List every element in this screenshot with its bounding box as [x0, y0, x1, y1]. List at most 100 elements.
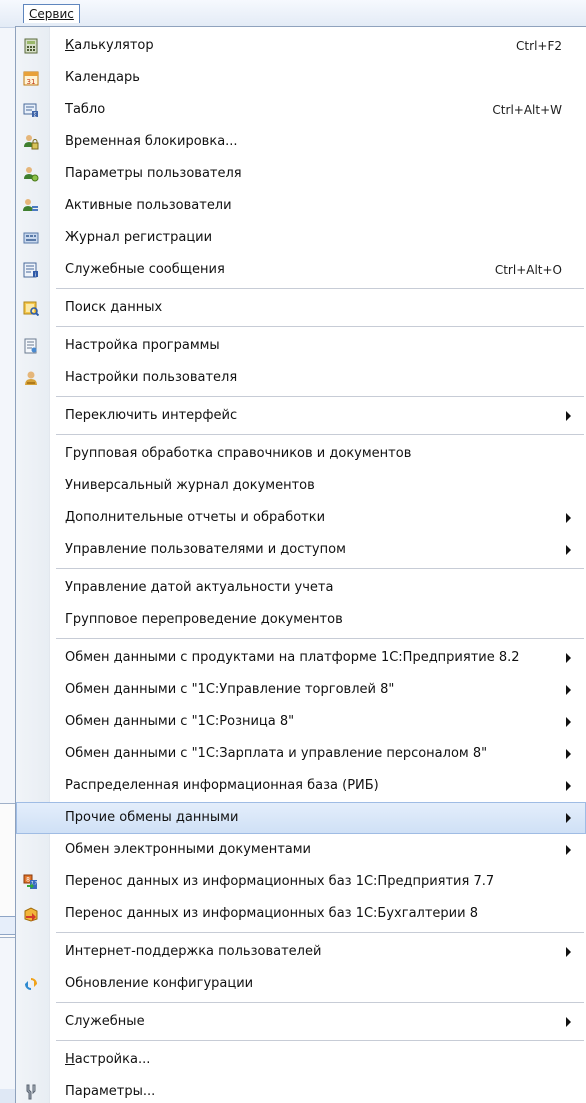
menu-item-управление-датой-актуальности-учета[interactable]: Управление датой актуальности учета: [16, 572, 586, 604]
menu-item-поиск-данных[interactable]: Поиск данных: [16, 292, 586, 324]
menu-item-групповое-перепроведение-документов[interactable]: Групповое перепроведение документов: [16, 604, 586, 636]
menu-item-параметры[interactable]: Параметры...: [16, 1076, 586, 1103]
background-button-fragment: [0, 916, 16, 935]
menu-item-label: Дополнительные отчеты и обработки: [65, 510, 326, 525]
menu-item-label: Переключить интерфейс: [65, 408, 238, 423]
submenu-arrow-icon: [566, 685, 571, 695]
service-dropdown-menu: Калькулятор Ctrl+F2 31 Календарь Σ Табло Ctrl+…: [15, 26, 586, 1103]
menu-item-label: Распределенная информационная база (РИБ): [65, 778, 379, 793]
menu-item-табло[interactable]: Σ Табло Ctrl+Alt+W: [16, 94, 586, 126]
menu-item-label: Календарь: [65, 70, 140, 85]
menu-item-настройки-пользователя[interactable]: Настройки пользователя: [16, 362, 586, 394]
menu-item-label: Обмен данными с продуктами на платформе …: [65, 650, 520, 665]
menu-item-журнал-регистрации[interactable]: Журнал регистрации: [16, 222, 586, 254]
data-search-icon: [23, 300, 40, 317]
transfer-77-icon: 8 7.7: [23, 874, 39, 890]
menu-item-label: Обмен электронными документами: [65, 842, 311, 857]
menu-item-обновление-конфигурации[interactable]: Обновление конфигурации: [16, 968, 586, 1000]
menu-item-обмен-данными-с-продуктами-на-платформе-1с-предп[interactable]: Обмен данными с продуктами на платформе …: [16, 642, 586, 674]
submenu-arrow-icon: [566, 513, 571, 523]
menu-item-настройка[interactable]: Настройка...: [16, 1044, 586, 1076]
menu-item-label: Обновление конфигурации: [65, 976, 254, 991]
menu-item-дополнительные-отчеты-и-обработки[interactable]: Дополнительные отчеты и обработки: [16, 502, 586, 534]
menu-item-перенос-данных-из-информационных-баз-1с-бухгалте[interactable]: Перенос данных из информационных баз 1С:…: [16, 898, 586, 930]
menu-item-label: Универсальный журнал документов: [65, 478, 315, 493]
menu-item-shortcut: Ctrl+Alt+O: [494, 263, 562, 277]
menu-item-label: Табло: [65, 102, 106, 117]
menu-item-управление-пользователями-и-доступом[interactable]: Управление пользователями и доступом: [16, 534, 586, 566]
menu-item-label: Групповое перепроведение документов: [65, 612, 343, 627]
menu-item-label: Активные пользователи: [65, 198, 232, 213]
menu-bar: Сервис: [0, 0, 586, 28]
menu-item-служебные-сообщения[interactable]: i Служебные сообщения Ctrl+Alt+O: [16, 254, 586, 286]
menu-item-label: Журнал регистрации: [65, 230, 213, 245]
submenu-arrow-icon: [566, 1017, 571, 1027]
menu-item-label: Перенос данных из информационных баз 1С:…: [65, 906, 478, 921]
svg-text:Σ: Σ: [33, 113, 36, 119]
svg-text:i: i: [35, 273, 36, 279]
menu-item-переключить-интерфейс[interactable]: Переключить интерфейс: [16, 400, 586, 432]
menu-item-shortcut: Ctrl+F2: [516, 39, 562, 53]
svg-text:8: 8: [26, 877, 30, 884]
menu-item-label: Служебные: [65, 1014, 145, 1029]
menu-item-label: Настройка...: [65, 1052, 151, 1067]
menu-item-label: Параметры пользователя: [65, 166, 242, 181]
menu-item-label: Настройки пользователя: [65, 370, 238, 385]
menu-item-label: Параметры...: [65, 1084, 156, 1099]
submenu-arrow-icon: [566, 749, 571, 759]
menu-item-прочие-обмены-данными[interactable]: Прочие обмены данными: [16, 802, 586, 834]
transfer-accounting-icon: [23, 906, 39, 922]
menu-item-параметры-пользователя[interactable]: Параметры пользователя: [16, 158, 586, 190]
menu-item-обмен-данными-с-1с-розница-8[interactable]: Обмен данными с "1С:Розница 8": [16, 706, 586, 738]
menu-item-label: Калькулятор: [65, 38, 154, 53]
calendar-icon: 31: [23, 70, 39, 86]
menu-item-календарь[interactable]: 31 Календарь: [16, 62, 586, 94]
menu-item-label: Настройка программы: [65, 338, 220, 353]
menu-item-интернет-поддержка-пользователей[interactable]: Интернет-поддержка пользователей: [16, 936, 586, 968]
svg-text:7.7: 7.7: [31, 881, 38, 886]
menu-item-временная-блокировка[interactable]: Временная блокировка...: [16, 126, 586, 158]
menu-item-label: Служебные сообщения: [65, 262, 225, 277]
menu-item-shortcut: Ctrl+Alt+W: [492, 103, 562, 117]
submenu-arrow-icon: [566, 813, 571, 823]
menu-item-активные-пользователи[interactable]: Активные пользователи: [16, 190, 586, 222]
update-configuration-icon: [23, 976, 39, 992]
submenu-arrow-icon: [566, 411, 571, 421]
service-messages-icon: i: [23, 262, 39, 279]
submenu-arrow-icon: [566, 781, 571, 791]
menu-item-label: Перенос данных из информационных баз 1С:…: [65, 874, 495, 889]
submenu-arrow-icon: [566, 653, 571, 663]
display-board-icon: Σ: [23, 102, 39, 119]
menu-item-обмен-данными-с-1с-зарплата-и-управление-персона[interactable]: Обмен данными с "1С:Зарплата и управлени…: [16, 738, 586, 770]
menu-item-label: Временная блокировка...: [65, 134, 238, 149]
submenu-arrow-icon: [566, 717, 571, 727]
menu-item-label: Управление датой актуальности учета: [65, 580, 334, 595]
menu-item-label: Обмен данными с "1С:Розница 8": [65, 714, 295, 729]
menu-items: Калькулятор Ctrl+F2 31 Календарь Σ Табло Ctrl+…: [16, 30, 586, 1103]
menu-item-перенос-данных-из-информационных-баз-1с-предприя[interactable]: 8 7.7 Перенос данных из информационных баз…: [16, 866, 586, 898]
menu-item-обмен-данными-с-1с-управление-торговлей-8[interactable]: Обмен данными с "1С:Управление торговлей…: [16, 674, 586, 706]
menu-item-label: Групповая обработка справочников и докум…: [65, 446, 412, 461]
menu-item-label: Прочие обмены данными: [65, 810, 239, 825]
submenu-arrow-icon: [566, 545, 571, 555]
active-users-icon: [23, 198, 39, 214]
menu-item-обмен-электронными-документами[interactable]: Обмен электронными документами: [16, 834, 586, 866]
program-settings-icon: [23, 338, 39, 354]
lock-users-icon: [23, 134, 39, 150]
user-parameters-icon: [23, 166, 39, 182]
submenu-arrow-icon: [566, 947, 571, 957]
svg-text:31: 31: [27, 78, 36, 86]
menu-item-label: Обмен данными с "1С:Управление торговлей…: [65, 682, 395, 697]
menu-item-label: Управление пользователями и доступом: [65, 542, 346, 557]
user-settings-icon: [23, 370, 39, 386]
menu-item-универсальный-журнал-документов[interactable]: Универсальный журнал документов: [16, 470, 586, 502]
menu-item-распределенная-информационная-база-риб[interactable]: Распределенная информационная база (РИБ): [16, 770, 586, 802]
menu-item-групповая-обработка-справочников-и-документов[interactable]: Групповая обработка справочников и докум…: [16, 438, 586, 470]
menu-service[interactable]: Сервис: [23, 4, 80, 23]
menu-item-настройка-программы[interactable]: Настройка программы: [16, 330, 586, 362]
menu-item-label: Обмен данными с "1С:Зарплата и управлени…: [65, 746, 488, 761]
menu-item-служебные[interactable]: Служебные: [16, 1006, 586, 1038]
event-log-icon: [23, 230, 39, 246]
menu-item-калькулятор[interactable]: Калькулятор Ctrl+F2: [16, 30, 586, 62]
submenu-arrow-icon: [566, 845, 571, 855]
